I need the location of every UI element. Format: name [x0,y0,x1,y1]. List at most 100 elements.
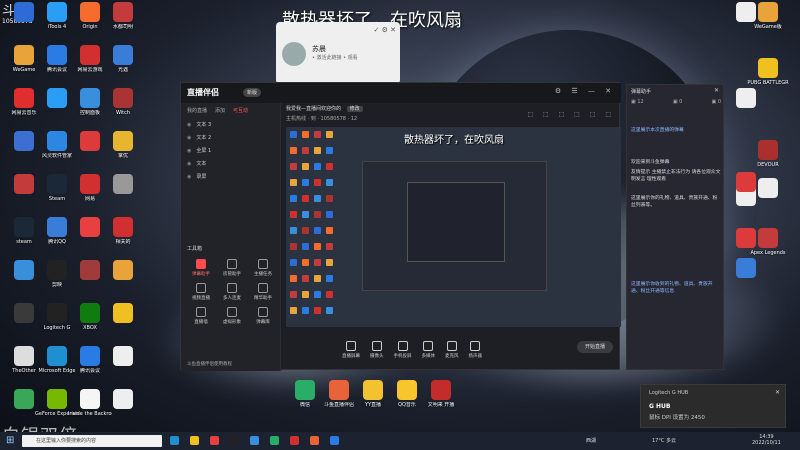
panel-tab[interactable]: ▣ 0 [712,99,722,105]
source-label: 摄像头 [370,354,384,359]
tool-button[interactable]: 视频直播 [187,283,215,301]
tool-button[interactable]: 房管助手 [218,259,246,277]
taskbar-app-icon[interactable] [190,436,199,445]
desktop-icon-label: PUBG BATTLEGR [747,80,789,86]
app-icon [113,88,133,108]
scene-row[interactable]: ◉ 全屏 1 [181,144,280,157]
taskbar-app-icon[interactable] [270,436,279,445]
desktop-icon[interactable]: YY直播 [358,380,388,408]
sidebar-tab[interactable]: 我的直播 [187,107,207,114]
scene-row[interactable]: ◉ 文本 3 [181,118,280,131]
taskbar-search-input[interactable]: 在这里输入你要搜索的内容 [22,435,162,447]
taskbar-app-icon[interactable] [170,436,179,445]
source-button[interactable]: 手机投屏 [394,341,412,359]
source-icon [470,341,481,351]
windows-start-icon[interactable]: ⊞ [6,435,14,446]
taskbar-clock[interactable]: 14:39 2022/10/11 [752,434,781,446]
preview-app-icon [290,211,297,218]
source-button[interactable]: 多媒体 [422,341,435,359]
profile-popup-controls[interactable]: ✓ ⚙ ✕ [374,26,396,34]
tool-button[interactable]: 弹幕库 [249,307,277,325]
desktop-icon[interactable]: 微信 [290,380,320,408]
room-actions[interactable]: ⬚ ⬚ ⬚ ⬚ ⬚ ⬚ [527,111,615,118]
scene-row[interactable]: ◉ 录屏 [181,170,280,183]
preview-app-icon [290,147,297,154]
panel-text: 这里展示你收到的礼物、道具、贵族开通、粉丝开通等信息 [631,282,713,294]
desktop-icon[interactable]: 掌优 [101,131,145,159]
start-live-button[interactable]: 开始直播 [577,341,613,353]
close-icon[interactable]: ✕ [714,87,719,94]
preview-app-icon [290,243,297,250]
scene-row[interactable]: ◉ 文本 2 [181,131,280,144]
preview-app-icon [302,131,309,138]
preview-app-icon [314,147,321,154]
desktop-icon[interactable]: PUBG BATTLEGR [746,58,790,86]
source-button[interactable]: 直播屏幕 [342,341,360,359]
taskbar-app-icon[interactable] [250,436,259,445]
desktop-icon[interactable]: Witch [101,88,145,116]
desktop-icon[interactable] [724,258,768,280]
desktop-icon[interactable] [746,178,790,200]
source-button[interactable]: 摄像头 [370,341,384,359]
sidebar-tab[interactable]: 添加 [215,107,225,114]
desktop-icon[interactable]: DEVOUR [746,140,790,168]
desktop-icon[interactable]: QQ音乐 [392,380,422,408]
desktop-icon[interactable]: Apex Legends [746,228,790,256]
tool-button[interactable]: 虚拟形象 [218,307,246,325]
taskbar-app-icon[interactable] [210,436,219,445]
profile-popup[interactable]: ✓ ⚙ ✕ 苏晨 • 激活此链接 • 观看 [276,22,400,84]
close-icon[interactable]: ✕ [775,389,780,396]
eye-icon[interactable]: ◉ [187,174,191,180]
desktop-icon[interactable] [101,346,145,368]
desktop-icon-label: WeGame版 [754,24,782,30]
tool-button[interactable]: 多人连麦 [218,283,246,301]
tool-button[interactable]: 主播任务 [249,259,277,277]
app-icon [14,131,34,151]
desktop-icon[interactable] [101,303,145,325]
desktop-icon[interactable]: 文明来 开播 [426,380,456,408]
desktop-icon[interactable]: WeGame版 [746,2,790,30]
eye-icon[interactable]: ◉ [187,135,191,141]
desktop-icon[interactable]: 水都司明 [101,2,145,30]
tool-button[interactable]: 直播墙 [187,307,215,325]
app-icon [113,303,133,323]
window-controls[interactable]: ⚙ ☰ — ✕ [555,87,615,95]
profile-subtitle: • 激活此链接 • 观看 [312,55,358,61]
app-icon [47,2,67,22]
source-button[interactable]: 扬声器 [469,341,482,359]
taskbar-app-icon[interactable] [310,436,319,445]
window-titlebar[interactable]: 直播伴侣 新版 ⚙ ☰ — ✕ [181,83,621,103]
app-icon [14,88,34,108]
stream-preview[interactable]: 散热器坏了，在吹风扇 [286,127,621,327]
eye-icon[interactable]: ◉ [187,148,191,154]
scene-row[interactable]: ◉ 文本 [181,157,280,170]
panel-tab[interactable]: ▣ 12 [631,99,644,105]
taskbar-app-icon[interactable] [230,436,239,445]
desktop-icon[interactable] [101,260,145,282]
weather-widget[interactable]: 17°C 多云 [652,437,676,444]
panel-tab[interactable]: ▣ 0 [673,99,683,105]
app-icon [80,389,100,409]
desktop-icon[interactable]: 光遇 [101,45,145,73]
preview-app-icon [326,179,333,186]
desktop-icon[interactable]: 斗鱼直播伴侣 [324,380,354,408]
taskbar-app-icon[interactable] [290,436,299,445]
desktop-icon[interactable] [101,389,145,411]
sidebar-tab[interactable]: 可互动 [233,107,248,114]
tool-button[interactable]: 弹幕助手 [187,259,215,277]
preview-app-icon [326,195,333,202]
desktop-icon-label: Apex Legends [750,250,786,256]
taskbar-app-icon[interactable] [330,436,339,445]
desktop-icon[interactable]: 相关的 [101,217,145,245]
room-edit-tag[interactable]: 修改 [346,106,363,112]
tutorial-link[interactable]: 斗鱼直播伴侣使用教程 [187,361,232,367]
ghub-notification[interactable]: Logitech G HUB ✕ G HUB 鼠标 DPI 设置为 2450 [640,384,786,428]
desktop-icon[interactable] [724,88,768,110]
eye-icon[interactable]: ◉ [187,122,191,128]
eye-icon[interactable]: ◉ [187,161,191,167]
desktop-icon[interactable] [101,174,145,196]
source-button[interactable]: 麦克风 [445,341,459,359]
app-icon [14,303,34,323]
tool-button[interactable]: 精华助手 [249,283,277,301]
version-badge[interactable]: 新版 [243,88,262,97]
